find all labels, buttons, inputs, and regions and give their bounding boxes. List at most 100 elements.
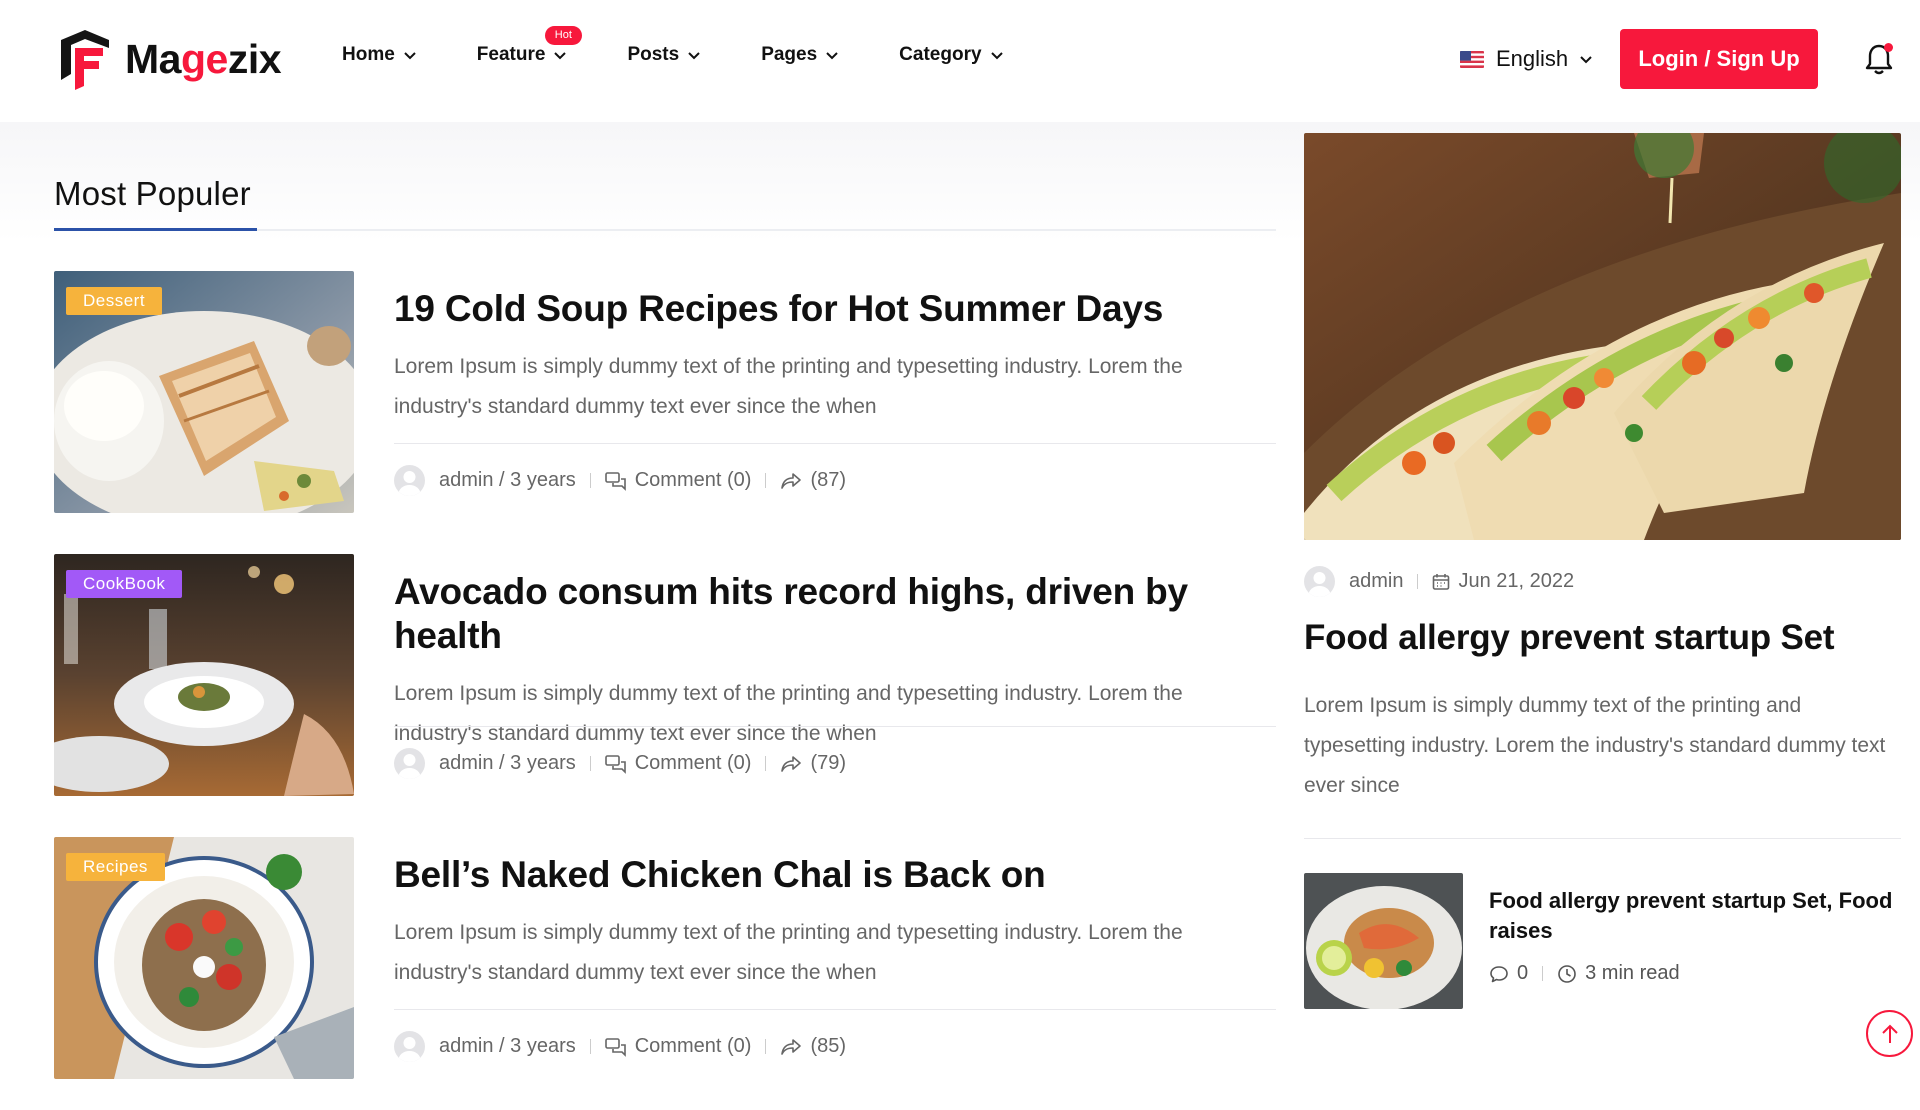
meta-separator xyxy=(1542,966,1544,981)
share-count: (85) xyxy=(810,1035,847,1057)
post-card: Dessert 19 Cold Soup Recipes for Hot Sum… xyxy=(54,271,1276,513)
post-divider xyxy=(394,443,1276,444)
comments-icon xyxy=(604,471,626,491)
us-flag-icon xyxy=(1460,50,1484,68)
post-title[interactable]: Avocado consum hits record highs, driven… xyxy=(394,570,1276,658)
meta-separator xyxy=(1417,574,1419,589)
chevron-down-icon xyxy=(826,52,838,60)
nav-item-pages[interactable]: Pages xyxy=(761,44,839,66)
clock-icon xyxy=(1558,964,1576,983)
main-nav: Home Hot Feature Posts Pages Category xyxy=(342,26,1064,66)
read-time: 3 min read xyxy=(1585,962,1680,984)
chevron-down-icon xyxy=(1580,56,1592,64)
chevron-down-icon xyxy=(404,52,416,60)
comment-bubble-icon xyxy=(1490,965,1508,982)
shrimp-dish-image xyxy=(1304,873,1463,1009)
featured-author[interactable]: admin xyxy=(1349,570,1403,593)
mini-comment-count[interactable]: 0 xyxy=(1517,962,1528,985)
featured-divider xyxy=(1304,838,1901,839)
mini-post-title[interactable]: Food allergy prevent startup Set, Food r… xyxy=(1489,886,1901,946)
share-count: (87) xyxy=(810,469,847,491)
author-and-age[interactable]: admin / 3 years xyxy=(439,1035,576,1058)
author-avatar[interactable] xyxy=(394,748,425,779)
tacos-image xyxy=(1304,133,1901,540)
site-header: Magezix Home Hot Feature Posts Pages Cat… xyxy=(0,0,1920,122)
logo-wordmark: Magezix xyxy=(125,35,282,82)
featured-post-image[interactable] xyxy=(1304,133,1901,540)
hot-badge: Hot xyxy=(544,26,582,45)
notification-dot xyxy=(1884,43,1893,52)
nav-item-home[interactable]: Home xyxy=(342,44,417,66)
meta-separator xyxy=(765,1039,767,1054)
author-avatar[interactable] xyxy=(1304,566,1335,597)
post-body: Bell’s Naked Chicken Chal is Back on Lor… xyxy=(394,837,1276,993)
post-body: Avocado consum hits record highs, driven… xyxy=(394,554,1276,754)
post-meta: admin / 3 years Comment (0) (87) xyxy=(394,465,846,496)
meta-separator xyxy=(589,1039,591,1054)
comments-icon xyxy=(604,1037,626,1057)
language-selector[interactable]: English xyxy=(1460,46,1594,72)
arrow-up-icon xyxy=(1881,1024,1898,1043)
post-thumbnail[interactable]: Recipes xyxy=(54,837,354,1079)
featured-post-meta: admin Jun 21, 2022 xyxy=(1304,566,1574,597)
nav-label: Home xyxy=(342,44,395,65)
section-title: Most Populer xyxy=(54,175,251,212)
post-divider xyxy=(394,1009,1276,1010)
post-card: CookBook Avocado consum hits record high… xyxy=(54,554,1276,796)
meta-separator xyxy=(765,756,767,771)
post-body: 19 Cold Soup Recipes for Hot Summer Days… xyxy=(394,271,1276,427)
language-label: English xyxy=(1496,46,1569,71)
chevron-down-icon xyxy=(990,52,1003,60)
post-meta: admin / 3 years Comment (0) (79) xyxy=(394,748,846,779)
post-title[interactable]: 19 Cold Soup Recipes for Hot Summer Days xyxy=(394,287,1276,331)
calendar-icon xyxy=(1433,573,1450,590)
nav-item-category[interactable]: Category xyxy=(899,44,1003,66)
chevron-down-icon xyxy=(688,52,700,60)
nav-label: Feature xyxy=(476,44,546,65)
nav-item-feature[interactable]: Hot Feature xyxy=(476,26,582,66)
post-card: Recipes Bell’s Naked Chicken Chal is Bac… xyxy=(54,837,1276,1079)
share-count: (79) xyxy=(810,752,847,774)
meta-separator xyxy=(589,756,591,771)
post-excerpt: Lorem Ipsum is simply dummy text of the … xyxy=(394,355,1183,418)
chevron-down-icon xyxy=(554,52,567,60)
author-avatar[interactable] xyxy=(394,465,425,496)
post-meta: admin / 3 years Comment (0) (85) xyxy=(394,1031,846,1062)
share-icon xyxy=(781,755,802,772)
nav-label: Posts xyxy=(627,44,680,65)
category-badge[interactable]: CookBook xyxy=(66,570,183,598)
featured-post-excerpt: Lorem Ipsum is simply dummy text of the … xyxy=(1304,694,1886,797)
section-divider-accent xyxy=(54,228,257,231)
post-excerpt: Lorem Ipsum is simply dummy text of the … xyxy=(394,682,1183,745)
nav-label: Pages xyxy=(761,44,818,65)
post-thumbnail[interactable]: CookBook xyxy=(54,554,354,796)
post-thumbnail[interactable]: Dessert xyxy=(54,271,354,513)
comment-count[interactable]: Comment (0) xyxy=(635,469,752,492)
category-badge[interactable]: Dessert xyxy=(66,287,163,315)
comment-count[interactable]: Comment (0) xyxy=(635,1035,752,1058)
site-logo[interactable]: Magezix xyxy=(55,28,282,90)
comments-icon xyxy=(604,754,626,774)
meta-separator xyxy=(589,473,591,488)
share-icon xyxy=(781,1038,802,1055)
scroll-to-top-button[interactable] xyxy=(1866,1010,1913,1057)
nav-item-posts[interactable]: Posts xyxy=(627,44,701,66)
mini-post-meta: 0 3 min read xyxy=(1489,962,1680,985)
login-signup-button[interactable]: Login / Sign Up xyxy=(1620,29,1818,89)
featured-post-title[interactable]: Food allergy prevent startup Set xyxy=(1304,618,1835,658)
meta-separator xyxy=(765,473,767,488)
nav-label: Category xyxy=(899,44,982,65)
post-title[interactable]: Bell’s Naked Chicken Chal is Back on xyxy=(394,853,1276,897)
logo-icon xyxy=(61,30,109,90)
category-badge[interactable]: Recipes xyxy=(66,853,165,881)
author-avatar[interactable] xyxy=(394,1031,425,1062)
comment-count[interactable]: Comment (0) xyxy=(635,752,752,775)
author-and-age[interactable]: admin / 3 years xyxy=(439,469,576,492)
post-divider xyxy=(394,726,1276,727)
notification-bell-icon[interactable] xyxy=(1864,42,1894,76)
share-icon xyxy=(781,472,802,489)
mini-post-thumbnail[interactable] xyxy=(1304,873,1463,1009)
featured-date: Jun 21, 2022 xyxy=(1458,570,1575,592)
author-and-age[interactable]: admin / 3 years xyxy=(439,752,576,775)
post-excerpt: Lorem Ipsum is simply dummy text of the … xyxy=(394,921,1183,984)
